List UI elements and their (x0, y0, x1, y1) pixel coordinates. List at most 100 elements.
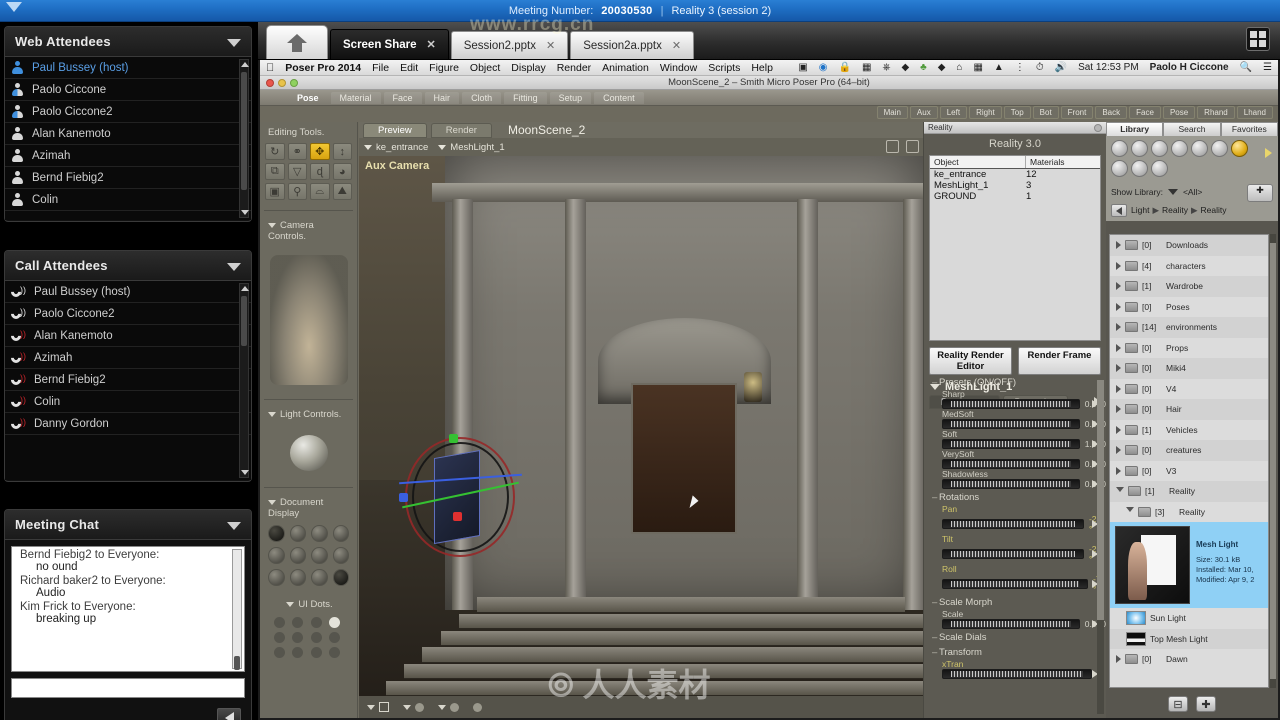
expand-triangle-icon[interactable] (1116, 323, 1121, 332)
power-icon[interactable]: ⎈ (882, 62, 890, 73)
room-tab-pose[interactable]: Pose (288, 92, 328, 104)
call-attendees-header[interactable]: Call Attendees (5, 251, 251, 281)
clock-icon[interactable]: ⏱ (1036, 62, 1044, 73)
display-style-menu[interactable] (367, 702, 389, 712)
expand-triangle-icon[interactable] (1116, 486, 1124, 496)
sync-icon[interactable]: ♣ (920, 62, 927, 73)
menu-scripts[interactable]: Scripts (708, 62, 740, 74)
add-folder-icon[interactable]: ✚ (1247, 184, 1273, 202)
list-item[interactable]: )) Paul Bussey (host) (5, 281, 251, 303)
menu-display[interactable]: Display (511, 62, 545, 74)
list-item[interactable]: )) Azimah (5, 347, 251, 369)
parameters-scrollbar[interactable] (1097, 380, 1104, 714)
list-icon[interactable]: ☰ (1263, 62, 1272, 73)
props-category-icon[interactable] (1211, 140, 1228, 157)
close-icon[interactable]: ✕ (546, 39, 555, 52)
grouping-icon[interactable]: ▣ (265, 183, 285, 200)
scale-icon[interactable]: ↕ (332, 143, 352, 160)
list-item[interactable]: [1] Wardrobe (1110, 276, 1268, 297)
list-item[interactable]: [0] Downloads (1110, 235, 1268, 256)
chevron-down-icon[interactable] (227, 263, 241, 271)
list-item[interactable]: [0] V3 (1110, 461, 1268, 482)
viewport-tab-preview[interactable]: Preview (363, 122, 427, 138)
selected-library-item[interactable]: Mesh Light Size: 30.1 kB Installed: Mar 10… (1110, 522, 1268, 608)
bluetooth-icon[interactable]: ◆ (938, 62, 946, 73)
breadcrumb-item[interactable]: Reality (1162, 205, 1188, 216)
list-item[interactable]: [0] Poses (1110, 297, 1268, 318)
apple-icon[interactable]:  (266, 62, 274, 74)
reality-object-table[interactable]: Object Materials ke_entrance 12 MeshLight_… (929, 155, 1101, 341)
camera-tab-back[interactable]: Back (1095, 106, 1128, 119)
rotate-icon[interactable]: ↻ (265, 143, 285, 160)
list-item[interactable]: Azimah (5, 145, 251, 167)
camera-tab-lhand[interactable]: Lhand (1236, 106, 1273, 119)
scroll-up-icon[interactable] (241, 62, 249, 67)
expand-triangle-icon[interactable] (1116, 241, 1121, 250)
menu-object[interactable]: Object (470, 62, 500, 74)
editing-tools-grid[interactable]: ↻ ⚭ ✥ ↕ ⧉ ▽ ɖ ◕ ▣ ⚲ ⌓ ⛰ (260, 141, 357, 206)
breadcrumb[interactable]: Light ▶ Reality ▶ Reality (1106, 202, 1278, 221)
plus-button[interactable]: ✚ (1196, 696, 1216, 712)
home-icon[interactable] (266, 25, 328, 59)
search-icon[interactable]: 🔍 (1240, 62, 1252, 73)
gizmo-handle-z[interactable] (452, 512, 462, 522)
dropbox-icon[interactable]: ◆ (901, 62, 909, 73)
dial-track[interactable] (942, 519, 1084, 529)
expand-triangle-icon[interactable] (1116, 446, 1121, 455)
reality-window-header[interactable]: Reality (924, 122, 1106, 134)
expand-triangle-icon[interactable] (1116, 302, 1121, 311)
room-tab-face[interactable]: Face (383, 91, 422, 104)
gizmo-handle-y[interactable] (449, 434, 459, 444)
translate-icon[interactable]: ✥ (310, 143, 330, 160)
color-icon[interactable]: ◕ (332, 163, 352, 180)
parameter-dial[interactable]: MedSoft 0.000 (924, 409, 1106, 429)
disk-icon[interactable]: ▦ (973, 62, 982, 73)
scrollbar-thumb[interactable] (241, 296, 247, 346)
room-tab-material[interactable]: Material (330, 91, 381, 104)
element-style-menu[interactable] (438, 702, 459, 712)
menu-file[interactable]: File (372, 62, 389, 74)
list-item[interactable]: Bernd Fiebig2 (5, 167, 251, 189)
scrollbar-thumb[interactable] (241, 72, 247, 190)
call-attendees-list[interactable]: )) Paul Bussey (host))) Paolo Ciccone2)) Al… (5, 281, 251, 480)
back-icon[interactable] (1111, 204, 1127, 217)
expand-triangle-icon[interactable] (1116, 261, 1121, 270)
table-row[interactable]: ke_entrance 12 (930, 169, 1100, 180)
menu-render[interactable]: Render (557, 62, 591, 74)
scroll-down-icon[interactable] (241, 210, 249, 215)
menu-animation[interactable]: Animation (602, 62, 649, 74)
list-item[interactable]: [1] Reality (1110, 481, 1268, 502)
library-folder-list[interactable]: [0] Downloads [4] characters [1] Wardrobe [0] P… (1109, 234, 1269, 688)
parameter-dial[interactable]: Scale 0.000 (924, 609, 1106, 629)
render-settings-icon[interactable] (886, 140, 899, 153)
morph-icon[interactable]: ɖ (310, 163, 330, 180)
eject-icon[interactable]: ▲ (994, 62, 1004, 73)
dial-track[interactable] (942, 619, 1080, 629)
scroll-up-icon[interactable] (241, 286, 249, 291)
camera-tab-top[interactable]: Top (1003, 106, 1031, 119)
minus-button[interactable]: ⊟ (1168, 696, 1188, 712)
dial-track[interactable] (942, 579, 1089, 589)
close-icon[interactable] (1094, 123, 1102, 132)
camera-control-ball[interactable] (260, 245, 357, 395)
expand-triangle-icon[interactable] (1116, 655, 1121, 664)
parameter-group[interactable]: – Presets (ON/OFF) (924, 374, 1106, 389)
scenes-category-icon[interactable] (1151, 160, 1168, 177)
figures-category-icon[interactable] (1111, 140, 1128, 157)
breadcrumb-item[interactable]: Reality (1201, 205, 1227, 216)
send-icon[interactable] (217, 708, 241, 720)
web-attendees-scrollbar[interactable] (239, 59, 249, 218)
hands-category-icon[interactable] (1191, 140, 1208, 157)
camera-tab-front[interactable]: Front (1060, 106, 1094, 119)
breadcrumb-item[interactable]: Light (1131, 205, 1149, 216)
camera-tab-aux[interactable]: Aux (909, 106, 938, 119)
chat-input[interactable] (11, 678, 245, 698)
close-icon[interactable]: ✕ (672, 39, 681, 52)
tab-session2-pptx[interactable]: Session2.pptx ✕ (450, 31, 569, 59)
camera-tab-pose[interactable]: Pose (1162, 106, 1196, 119)
list-item[interactable]: Paolo Ciccone2 (5, 101, 251, 123)
figure-style-menu[interactable] (403, 702, 424, 712)
camera-tab-face[interactable]: Face (1129, 106, 1161, 119)
dial-track[interactable] (942, 669, 1092, 679)
list-item[interactable]: Top Mesh Light (1110, 628, 1268, 649)
